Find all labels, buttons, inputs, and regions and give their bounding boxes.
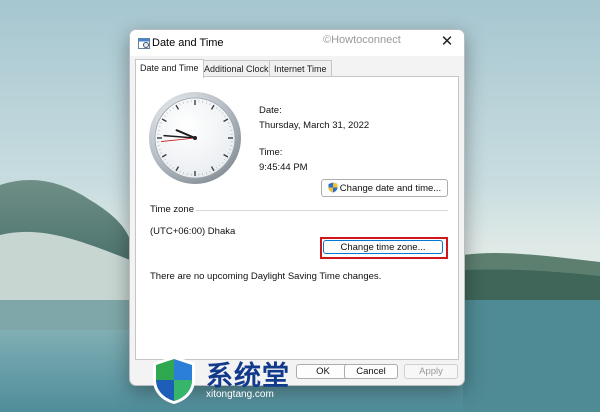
date-time-dialog: Date and Time ©Howtoconnect ✕ Date and T… bbox=[129, 29, 465, 386]
tab-date-and-time[interactable]: Date and Time bbox=[135, 59, 204, 78]
close-button[interactable]: ✕ bbox=[430, 30, 464, 56]
close-icon: ✕ bbox=[440, 33, 454, 50]
change-date-and-time-button[interactable]: Change date and time... bbox=[321, 179, 448, 197]
time-value: 9:45:44 PM bbox=[259, 162, 308, 173]
change-time-zone-button[interactable]: Change time zone... bbox=[323, 240, 443, 254]
clock-face-icon bbox=[149, 92, 241, 184]
date-value: Thursday, March 31, 2022 bbox=[259, 120, 370, 131]
howtoconnect-watermark: ©Howtoconnect bbox=[323, 34, 401, 46]
time-zone-heading: Time zone bbox=[150, 204, 194, 215]
change-date-and-time-label: Change date and time... bbox=[339, 183, 442, 194]
apply-button[interactable]: Apply bbox=[404, 364, 458, 379]
time-label: Time: bbox=[259, 147, 283, 158]
uac-shield-icon bbox=[328, 182, 338, 193]
window-title: Date and Time bbox=[152, 37, 224, 49]
title-bar[interactable]: Date and Time ©Howtoconnect ✕ bbox=[130, 30, 464, 56]
time-zone-divider bbox=[196, 210, 448, 211]
dst-note: There are no upcoming Daylight Saving Ti… bbox=[150, 271, 382, 282]
tab-internet-time[interactable]: Internet Time bbox=[269, 60, 332, 77]
xitongtang-watermark-url: xitongtang.com bbox=[206, 389, 274, 400]
ok-button[interactable]: OK bbox=[296, 364, 350, 379]
date-time-panel: Date: Thursday, March 31, 2022 Time: 9:4… bbox=[135, 76, 459, 360]
cancel-button[interactable]: Cancel bbox=[344, 364, 398, 379]
tab-additional-clocks[interactable]: Additional Clocks bbox=[199, 60, 279, 77]
date-time-app-icon bbox=[138, 38, 150, 49]
xitongtang-watermark-text: 系统堂 bbox=[206, 361, 290, 392]
time-zone-value: (UTC+06:00) Dhaka bbox=[150, 226, 236, 237]
analog-clock bbox=[147, 90, 243, 186]
xitongtang-shield-icon bbox=[153, 356, 195, 404]
date-label: Date: bbox=[259, 105, 282, 116]
